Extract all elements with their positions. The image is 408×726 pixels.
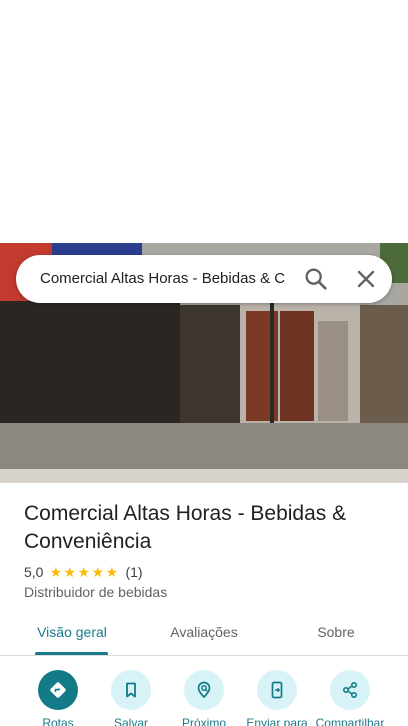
share-label: Compartilhar — [315, 716, 385, 726]
search-input[interactable]: Comercial Altas Horas - Bebidas & C — [40, 269, 302, 289]
nearby-icon — [184, 670, 224, 710]
photo-wall — [180, 305, 240, 425]
map-blank-area — [0, 0, 408, 243]
share-icon — [330, 670, 370, 710]
place-title: Comercial Altas Horas - Bebidas & Conven… — [24, 502, 347, 553]
photo-sidewalk — [0, 423, 408, 471]
star-icon: ★ — [63, 564, 77, 580]
bookmark-icon — [111, 670, 151, 710]
rating-row[interactable]: 5,0 ★ ★ ★ ★ ★ (1) — [24, 563, 143, 581]
tab-bar: Visão geral Avaliações Sobre — [0, 612, 408, 656]
close-icon[interactable] — [352, 265, 380, 293]
photo-curb — [0, 469, 408, 483]
directions-icon — [38, 670, 78, 710]
photo-door — [280, 311, 314, 421]
nearby-button[interactable]: Próximo — [167, 668, 241, 726]
place-category[interactable]: Distribuidor de bebidas — [24, 583, 167, 601]
photo-shack — [360, 305, 408, 435]
directions-button[interactable]: Rotas — [21, 668, 95, 726]
star-icon: ★ — [49, 564, 63, 580]
search-bar[interactable]: Comercial Altas Horas - Bebidas & C — [16, 255, 392, 303]
send-to-phone-button[interactable]: Enviar para — [240, 668, 314, 726]
photo-storefront — [0, 301, 180, 441]
save-button[interactable]: Salvar — [94, 668, 168, 726]
photo-pole — [270, 283, 274, 433]
star-icon: ★ — [91, 564, 105, 580]
action-bar: Rotas Salvar Próximo Enviar para Compart… — [0, 668, 408, 726]
tab-reviews[interactable]: Avaliações — [150, 612, 258, 654]
tab-about[interactable]: Sobre — [296, 612, 376, 654]
rating-value: 5,0 — [24, 564, 44, 580]
share-button[interactable]: Compartilhar — [313, 668, 387, 726]
rating-stars: ★ ★ ★ ★ ★ — [49, 565, 119, 579]
search-icon[interactable] — [302, 265, 330, 293]
review-count[interactable]: (1) — [125, 563, 142, 581]
star-icon: ★ — [105, 564, 119, 580]
active-tab-indicator — [35, 652, 108, 655]
star-icon: ★ — [77, 564, 91, 580]
send-to-phone-icon — [257, 670, 297, 710]
photo-door — [318, 321, 348, 421]
tab-overview[interactable]: Visão geral — [24, 612, 120, 654]
